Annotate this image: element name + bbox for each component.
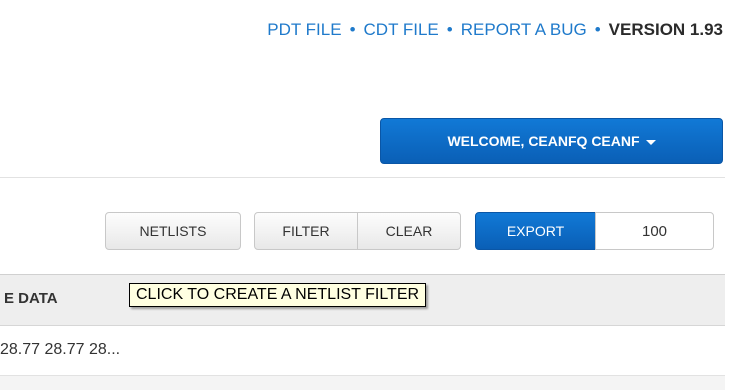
page-size-select[interactable]: 100	[595, 212, 714, 250]
netlists-button[interactable]: NETLISTS	[105, 212, 241, 250]
export-button[interactable]: EXPORT	[475, 212, 596, 250]
nav-separator: •	[446, 20, 453, 39]
table-row[interactable]	[0, 376, 725, 390]
netlist-filter-tooltip: CLICK TO CREATE A NETLIST FILTER	[129, 283, 427, 307]
filter-button[interactable]: FILTER	[254, 212, 358, 250]
user-menu-button[interactable]: WELCOME, CEANFQ CEANF	[380, 118, 723, 164]
page: PDT FILE • CDT FILE • REPORT A BUG • VERSION 1…	[0, 0, 737, 390]
nav-separator: •	[349, 20, 356, 39]
report-bug-link[interactable]: REPORT A BUG	[461, 20, 587, 39]
version-label: VERSION 1.93	[608, 20, 723, 39]
pdt-file-link[interactable]: PDT FILE	[267, 20, 341, 39]
caret-down-icon	[645, 139, 656, 145]
table-cell: 28.77 28.77 28...	[0, 341, 121, 358]
cdt-file-link[interactable]: CDT FILE	[364, 20, 439, 39]
user-menu-label: WELCOME, CEANFQ CEANF	[447, 133, 640, 149]
column-header[interactable]: E DATA	[4, 290, 58, 307]
clear-button[interactable]: CLEAR	[357, 212, 461, 250]
top-nav: PDT FILE • CDT FILE • REPORT A BUG • VERSION 1…	[267, 20, 723, 40]
nav-separator: •	[594, 20, 601, 39]
divider	[0, 177, 725, 178]
